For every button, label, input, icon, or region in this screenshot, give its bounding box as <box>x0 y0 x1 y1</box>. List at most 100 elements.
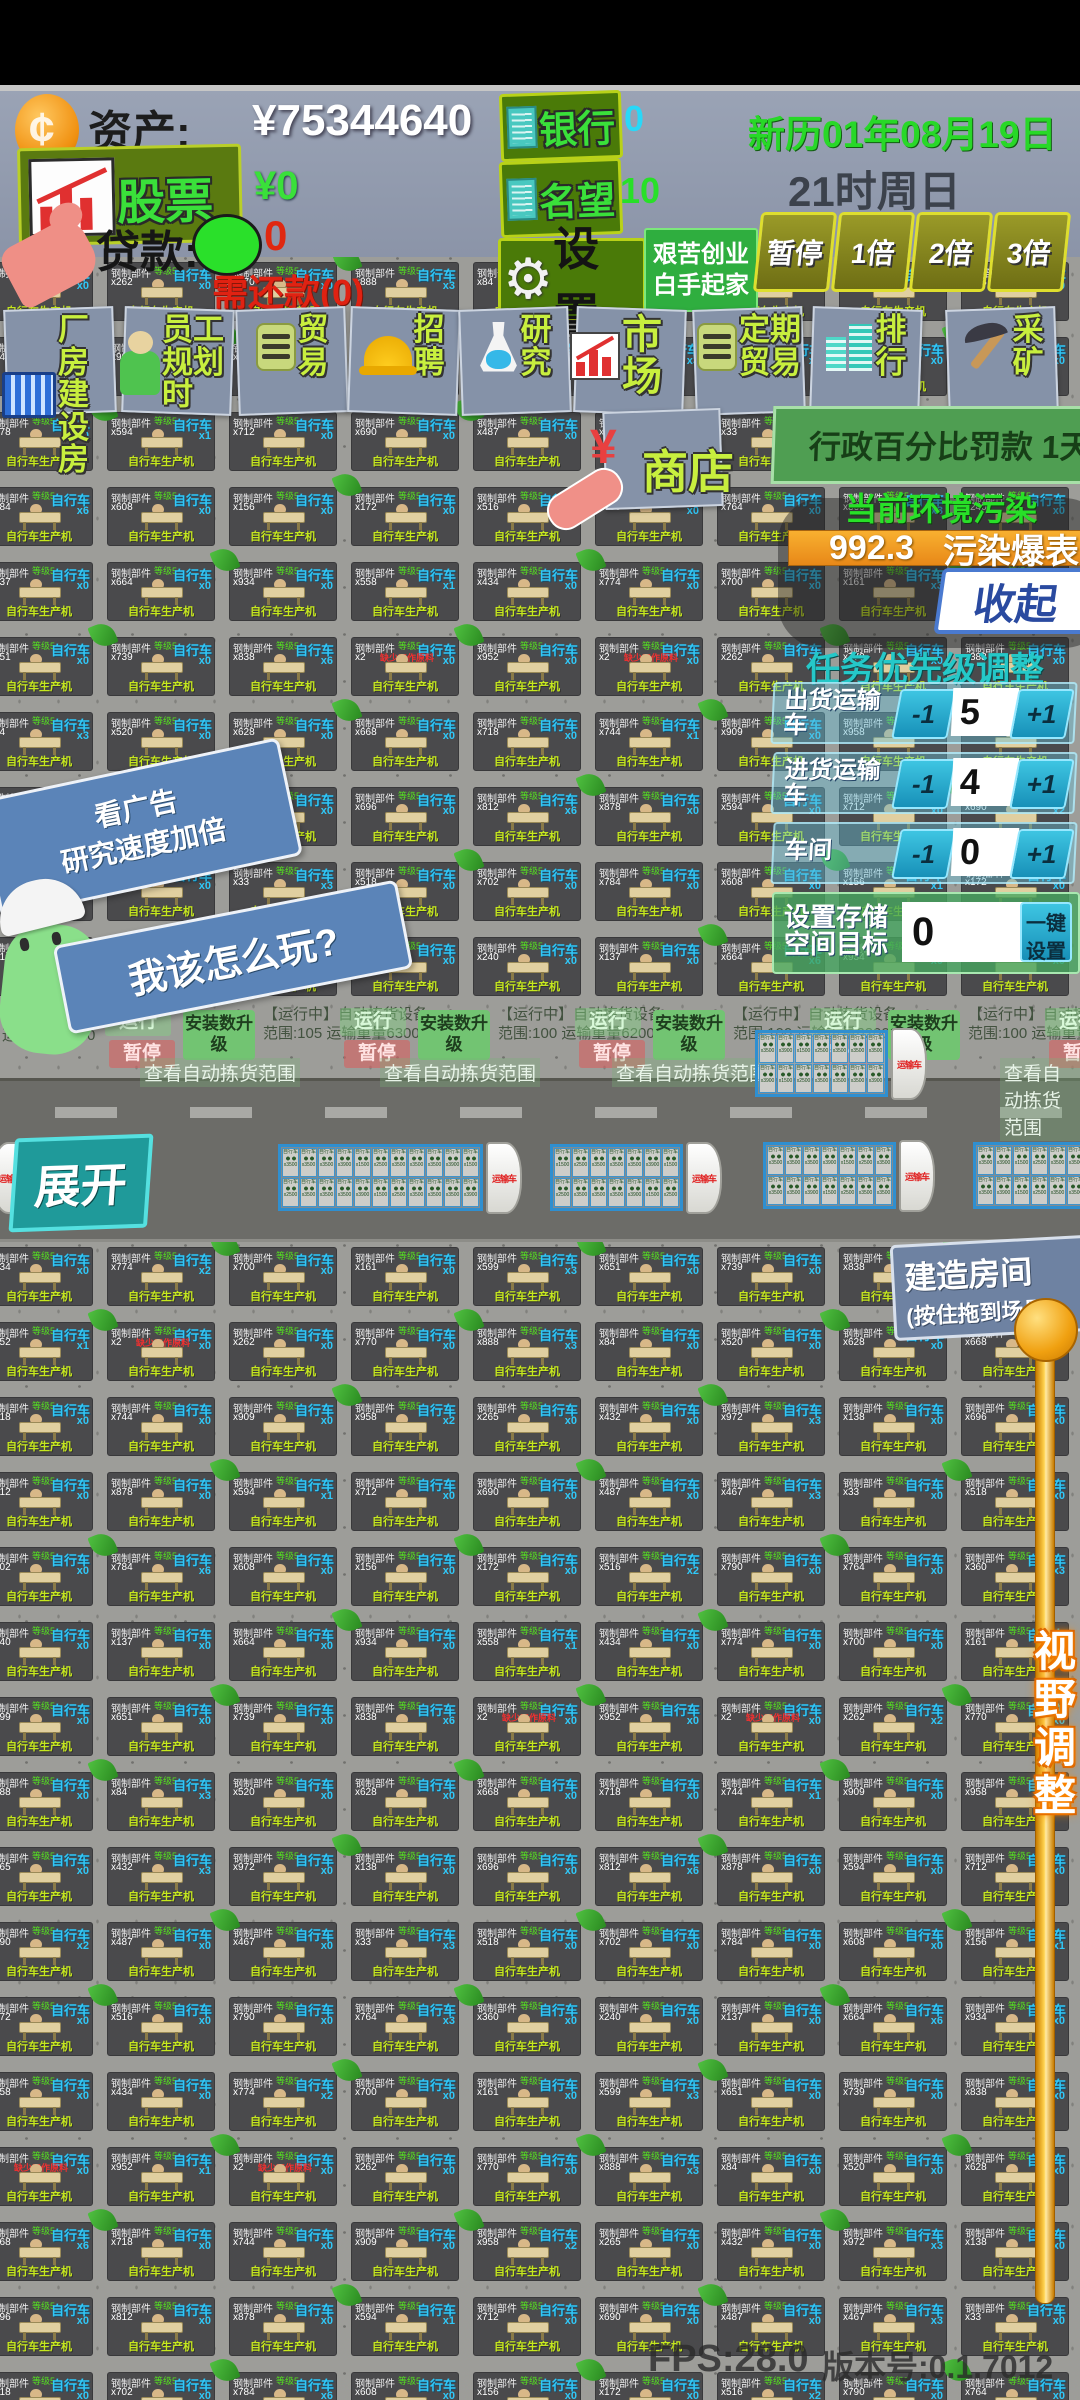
workshop-tile[interactable]: 钢制部件 等级5 自行车 x668 x0 自行车生产机 <box>351 712 459 771</box>
workshop-tile[interactable]: 钢制部件 等级5 自行车 x161 x0 自行车生产机 <box>351 1247 459 1306</box>
workshop-tile[interactable]: 钢制部件 等级5 自行车 x774 x2 自行车生产机 <box>107 1247 215 1306</box>
workshop-tile[interactable]: 钢制部件等级5自行车x262x0自行车生产机 <box>229 1322 337 1381</box>
workshop-tile[interactable]: 钢制部件 等级5 自行车 x700 x0 自行车生产机 <box>229 1247 337 1306</box>
workshop-tile[interactable]: 钢制部件 等级5 自行车 x599 x3 自行车生产机 <box>595 2072 703 2131</box>
workshop-tile[interactable]: 钢制部件 等级5 自行车 x664 x0 自行车生产机 <box>229 1622 337 1681</box>
workshop-tile[interactable]: 钢制部件等级5自行车x784x6自行车生产机 <box>107 1547 215 1606</box>
view-pick-range-link[interactable]: 查看自动拣货范围 <box>140 1058 301 1087</box>
truck-cab[interactable]: 运输车 <box>899 1140 935 1212</box>
workshop-tile[interactable]: 钢制部件等级5自行车x516x2自行车生产机 <box>595 1547 703 1606</box>
workshop-tile[interactable]: 钢制部件 等级5 自行车 x744 x1 自行车生产机 <box>717 1772 825 1831</box>
workshop-tile[interactable]: 钢制部件等级5自行车x2缺少工作原料x0自行车生产机 <box>229 2147 337 2206</box>
menu-item-employee-plan[interactable]: 员工 规划时 <box>120 300 236 422</box>
install-upgrade-button[interactable]: 安装数升级 <box>183 1010 255 1060</box>
menu-item-mining[interactable]: 采矿 <box>924 300 1080 422</box>
workshop-tile[interactable]: 钢制部件等级5自行车x878x0自行车生产机 <box>107 1472 215 1531</box>
workshop-tile[interactable]: 钢制部件等级5自行车x137x0自行车生产机 <box>595 937 703 996</box>
workshop-tile[interactable]: 钢制部件等级5自行车x432x3自行车生产机 <box>107 1847 215 1906</box>
workshop-tile[interactable]: 钢制部件等级5自行车x467x3自行车生产机 <box>717 1472 825 1531</box>
workshop-tile[interactable]: 钢制部件等级5自行车x952x1自行车生产机 <box>107 2147 215 2206</box>
workshop-tile[interactable]: 钢制部件等级5自行车x952x1自行车生产机 <box>0 1322 93 1381</box>
workshop-tile[interactable]: 钢制部件等级5自行车x972x3自行车生产机 <box>717 1397 825 1456</box>
view-pick-range-link[interactable]: 查看自动拣货范围 <box>1000 1058 1080 1141</box>
workshop-tile[interactable]: 钢制部件等级5自行车x2缺少工作原料x0自行车生产机 <box>717 1697 825 1756</box>
workshop-tile[interactable]: 钢制部件 等级5 自行车 x774 x2 自行车生产机 <box>229 2072 337 2131</box>
speed-2x-button[interactable]: 2倍 <box>908 212 994 292</box>
truck-cab[interactable]: 运输车 <box>486 1142 522 1214</box>
workshop-tile[interactable]: 钢制部件等级5自行车x888x3自行车生产机 <box>595 2147 703 2206</box>
workshop-tile[interactable]: 钢制部件等级5自行车x702x0自行车生产机 <box>595 1922 703 1981</box>
run-button[interactable]: 运行 <box>340 1008 406 1036</box>
menu-item-ranking[interactable]: 排行 <box>809 300 923 422</box>
workshop-tile[interactable]: 钢制部件等级5自行车x434x0自行车生产机 <box>0 1247 93 1306</box>
workshop-tile[interactable]: 钢制部件等级5自行车x487x0自行车生产机 <box>107 1922 215 1981</box>
workshop-tile[interactable]: 钢制部件 等级5 自行车 x812 x6 自行车生产机 <box>595 1847 703 1906</box>
workshop-tile[interactable]: 钢制部件等级5自行车x172x0自行车生产机 <box>473 1547 581 1606</box>
workshop-tile[interactable]: 钢制部件等级5自行车x599x0自行车生产机 <box>0 1697 93 1756</box>
workshop-tile[interactable]: 钢制部件等级5自行车x812x0自行车生产机 <box>0 1472 93 1531</box>
workshop-minus-button[interactable]: -1 <box>891 829 957 879</box>
workshop-tile[interactable]: 钢制部件 等级5 自行车 x744 x1 自行车生产机 <box>595 712 703 771</box>
workshop-tile[interactable]: 钢制部件 等级5 自行车 x262 x2 自行车生产机 <box>839 1697 947 1756</box>
workshop-tile[interactable]: 钢制部件等级5自行车x138x0自行车生产机 <box>839 1397 947 1456</box>
view-zoom-slider-track[interactable] <box>1035 1352 1055 2304</box>
workshop-tile[interactable]: 钢制部件等级5自行车x764x0自行车生产机 <box>839 1547 947 1606</box>
run-button[interactable]: 运行 <box>1045 1008 1080 1036</box>
workshop-tile[interactable]: 钢制部件 等级5 自行车 x952 x0 自行车生产机 <box>473 637 581 696</box>
workshop-tile[interactable]: 钢制部件 等级5 自行车 x700 x0 自行车生产机 <box>351 2072 459 2131</box>
workshop-tile[interactable]: 钢制部件等级5自行车x888x0自行车生产机 <box>0 1772 93 1831</box>
workshop-tile[interactable]: 钢制部件 等级5 自行车 x784 x0 自行车生产机 <box>595 862 703 921</box>
workshop-tile[interactable]: 钢制部件等级5自行车x718x0自行车生产机 <box>595 1772 703 1831</box>
workshop-tile[interactable]: 钢制部件等级5自行车x770x0自行车生产机 <box>473 2147 581 2206</box>
menu-item-factory-build[interactable]: 厂房 建设房 <box>2 300 118 476</box>
workshop-tile[interactable]: 钢制部件等级5自行车x790x0自行车生产机 <box>717 1547 825 1606</box>
workshop-tile[interactable]: 钢制部件等级5自行车x628x0自行车生产机 <box>351 1772 459 1831</box>
view-pick-range-link[interactable]: 查看自动拣货范围 <box>380 1058 541 1087</box>
workshop-tile[interactable]: 钢制部件等级5自行车x138x0自行车生产机 <box>351 1847 459 1906</box>
install-upgrade-button[interactable]: 安装数升级 <box>418 1010 490 1060</box>
truck-convoy[interactable]: 自行车 x3500 自行车 x3500 自行车 x3500 自行车 x3900 自行车 x1500… <box>763 1142 896 1209</box>
workshop-tile[interactable]: 钢制部件等级5自行车x432x0自行车生产机 <box>717 2222 825 2281</box>
workshop-tile[interactable]: 钢制部件等级5自行车x84x0自行车生产机 <box>595 1322 703 1381</box>
workshop-tile[interactable]: 钢制部件等级5自行车x668x6自行车生产机 <box>0 2222 93 2281</box>
workshop-tile[interactable]: 钢制部件等级5自行车x934x0自行车生产机 <box>351 1622 459 1681</box>
workshop-tile[interactable]: 钢制部件 等级5 自行车 x774 x0 自行车生产机 <box>595 562 703 621</box>
workshop-tile[interactable]: 钢制部件等级5自行车x467x0自行车生产机 <box>229 1922 337 1981</box>
inbound-value[interactable]: 4 <box>950 758 1020 806</box>
workshop-tile[interactable]: 钢制部件等级5自行车x651x0自行车生产机 <box>0 637 93 696</box>
workshop-tile[interactable]: 钢制部件 等级5 自行车 x774 x0 自行车生产机 <box>717 1622 825 1681</box>
menu-item-regular-trade[interactable]: 定期 贸易 <box>692 300 806 422</box>
workshop-tile[interactable]: 钢制部件等级5自行车x651x0自行车生产机 <box>107 1697 215 1756</box>
workshop-tile[interactable]: 钢制部件等级5自行车x33x0自行车生产机 <box>839 1472 947 1531</box>
workshop-tile[interactable]: 钢制部件等级5自行车x690x2自行车生产机 <box>0 1922 93 1981</box>
workshop-tile[interactable]: 钢制部件等级5自行车x265x0自行车生产机 <box>0 1847 93 1906</box>
workshop-tile[interactable]: 钢制部件等级5自行车x137x0自行车生产机 <box>0 562 93 621</box>
workshop-tile[interactable]: 钢制部件等级5自行车x702x0自行车生产机 <box>473 862 581 921</box>
workshop-tile[interactable]: 钢制部件等级5自行车x744x0自行车生产机 <box>229 2222 337 2281</box>
workshop-tile[interactable]: 钢制部件等级5自行车x240x0自行车生产机 <box>595 1997 703 2056</box>
workshop-tile[interactable]: 钢制部件 等级5 自行车 x838 x6 自行车生产机 <box>351 1697 459 1756</box>
workshop-tile[interactable]: 钢制部件等级5自行车x972x0自行车生产机 <box>229 1847 337 1906</box>
workshop-tile[interactable]: 钢制部件等级5自行车x909x0自行车生产机 <box>839 1772 947 1831</box>
workshop-tile[interactable]: 钢制部件 等级5 自行车 x784 x0 自行车生产机 <box>717 1922 825 1981</box>
shop-label[interactable]: 商店 <box>642 436 734 502</box>
workshop-tile[interactable]: 钢制部件等级5自行车x2缺少工作原料x0自行车生产机 <box>0 2147 93 2206</box>
workshop-tile[interactable]: 钢制部件等级5自行车x878x0自行车生产机 <box>717 1847 825 1906</box>
menu-item-research[interactable]: 研究 <box>458 300 572 422</box>
workshop-tile[interactable]: 钢制部件 等级5 自行车 x594 x1 自行车生产机 <box>229 1472 337 1531</box>
inbound-minus-button[interactable]: -1 <box>891 759 957 809</box>
truck-cab[interactable]: 运输车 <box>686 1142 722 1214</box>
workshop-tile[interactable]: 钢制部件等级5自行车x651x0自行车生产机 <box>595 1247 703 1306</box>
workshop-tile[interactable]: 钢制部件等级5自行车x265x0自行车生产机 <box>595 2222 703 2281</box>
pause-button[interactable]: 暂停 <box>752 212 838 292</box>
workshop-tile[interactable]: 钢制部件等级5自行车x172x0自行车生产机 <box>351 487 459 546</box>
workshop-tile[interactable]: 钢制部件 等级5 自行车 x558 x1 自行车生产机 <box>473 1622 581 1681</box>
workshop-tile[interactable]: 钢制部件 等级5 自行车 x812 x6 自行车生产机 <box>473 787 581 846</box>
workshop-tile[interactable]: 钢制部件等级5自行车x770x0自行车生产机 <box>351 1322 459 1381</box>
workshop-tile[interactable]: 钢制部件等级5自行车x712x0自行车生产机 <box>351 1472 459 1531</box>
workshop-tile[interactable]: 钢制部件等级5自行车x972x3自行车生产机 <box>839 2222 947 2281</box>
workshop-tile[interactable]: 钢制部件等级5自行车x909x0自行车生产机 <box>229 1397 337 1456</box>
menu-item-recruit[interactable]: 招聘 <box>347 300 461 422</box>
expand-button[interactable]: 展开 <box>8 1133 154 1233</box>
workshop-tile[interactable]: 钢制部件等级5自行车x812x0自行车生产机 <box>107 2297 215 2356</box>
